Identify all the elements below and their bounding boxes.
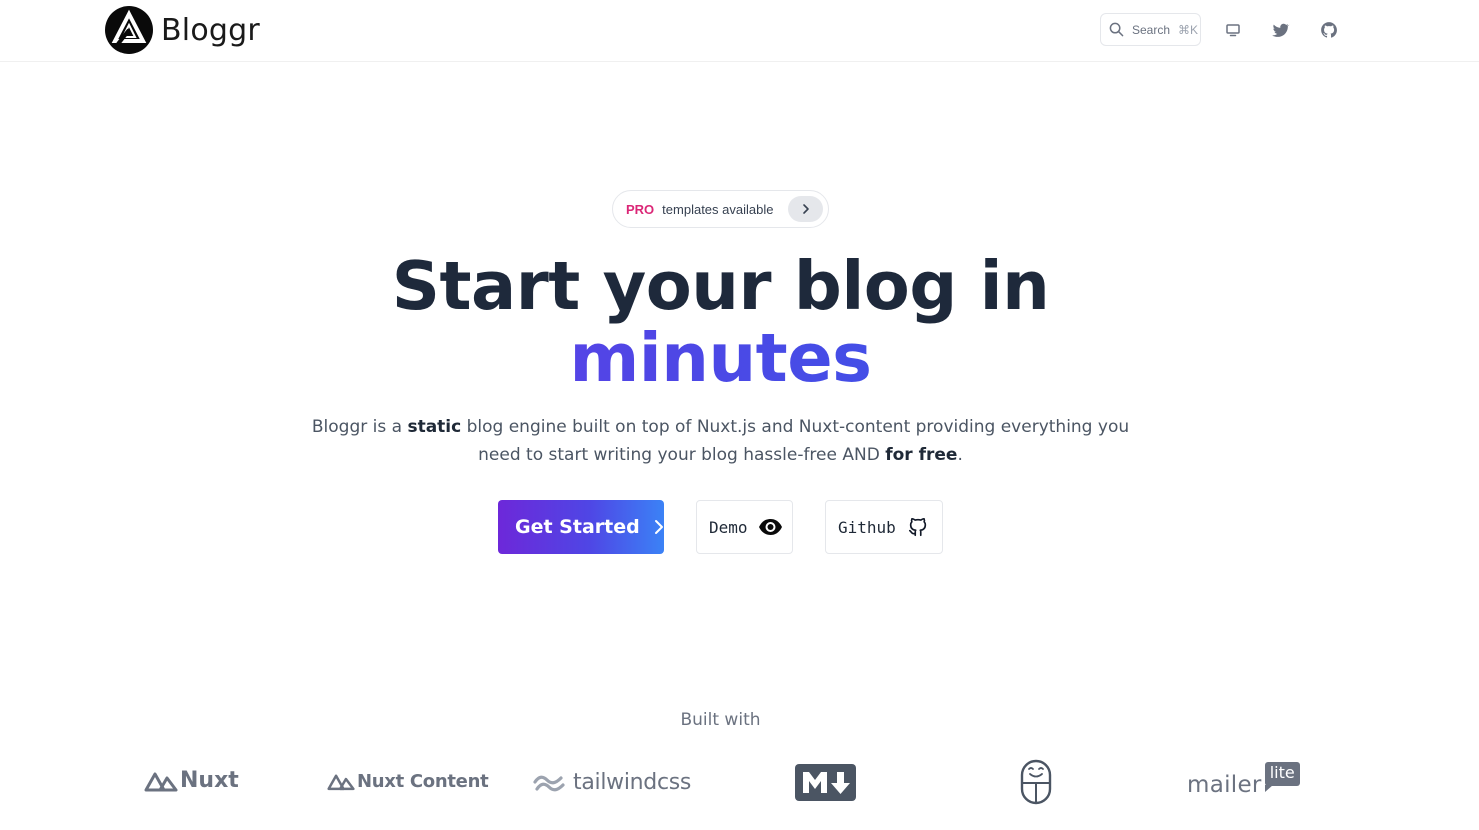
- search-icon: [1109, 22, 1124, 37]
- pro-badge-arrow: [788, 196, 823, 222]
- nuxt-content-logo: Nuxt Content: [327, 771, 489, 792]
- chevron-right-icon: [654, 520, 663, 534]
- monitor-icon: [1226, 24, 1240, 37]
- get-started-button[interactable]: Get Started: [498, 500, 664, 554]
- smiling-mouse-icon: [1020, 759, 1052, 805]
- search-button[interactable]: Search ⌘K: [1100, 13, 1201, 46]
- color-mode-button[interactable]: [1222, 19, 1244, 41]
- bloggr-logo-icon: [105, 6, 153, 54]
- search-shortcut: ⌘K: [1178, 22, 1199, 37]
- hero-title-highlight: minutes: [0, 322, 1441, 394]
- mailerlite-badge-text: lite: [1269, 763, 1295, 782]
- mailerlite-logo-text: mailer: [1187, 772, 1262, 798]
- hero-title: Start your blog in minutes: [0, 250, 1441, 394]
- twitter-link[interactable]: [1270, 19, 1292, 41]
- pro-templates-badge[interactable]: PRO templates available: [612, 190, 829, 228]
- search-label: Search: [1132, 22, 1171, 37]
- chevron-right-icon: [802, 204, 809, 214]
- hero-desc-bold1: static: [407, 417, 462, 437]
- github-outline-icon: [908, 517, 926, 537]
- get-started-label: Get Started: [515, 516, 640, 538]
- tailwindcss-logo-text: tailwindcss: [573, 770, 692, 795]
- speech-tail-icon: [1264, 785, 1273, 792]
- markdown-logo: [795, 764, 856, 801]
- tailwindcss-logo: tailwindcss: [533, 770, 691, 795]
- nuxt-logo: Nuxt: [144, 768, 239, 793]
- github-label: Github: [838, 517, 896, 537]
- nuxt-logo-text: Nuxt: [180, 768, 239, 793]
- hero-desc-part2: blog engine built on top of Nuxt.js and …: [461, 417, 1130, 465]
- nuxt-mountain-icon: [327, 774, 355, 791]
- markdown-icon: [795, 764, 856, 801]
- nuxt-mountain-icon: [144, 772, 178, 791]
- github-icon: [1321, 22, 1337, 38]
- demo-button[interactable]: Demo: [696, 500, 793, 554]
- github-link[interactable]: [1318, 19, 1340, 41]
- hero-desc-part3: .: [957, 445, 963, 465]
- pro-tag: PRO: [626, 201, 655, 217]
- mailerlite-badge: lite: [1264, 762, 1300, 792]
- tailwind-wave-icon: [533, 775, 565, 791]
- hero-desc-part1: Bloggr is a: [311, 417, 408, 437]
- mouse-logo: [1020, 759, 1052, 805]
- hero-title-line1: Start your blog in: [391, 247, 1050, 325]
- pro-badge-text: templates available: [662, 201, 774, 217]
- hero-description: Bloggr is a static blog engine built on …: [300, 413, 1141, 469]
- github-button[interactable]: Github: [825, 500, 943, 554]
- brand-link[interactable]: Bloggr: [104, 5, 260, 55]
- mailerlite-logo: mailer lite: [1187, 762, 1300, 798]
- hero-desc-bold2: for free: [885, 445, 958, 465]
- eye-icon: [758, 519, 782, 535]
- demo-label: Demo: [709, 517, 748, 537]
- built-with-label: Built with: [680, 710, 761, 730]
- nuxt-content-logo-text: Nuxt Content: [357, 771, 489, 792]
- twitter-icon: [1272, 23, 1290, 37]
- top-navbar: Bloggr Search ⌘K: [0, 0, 1479, 62]
- brand-name: Bloggr: [161, 12, 260, 48]
